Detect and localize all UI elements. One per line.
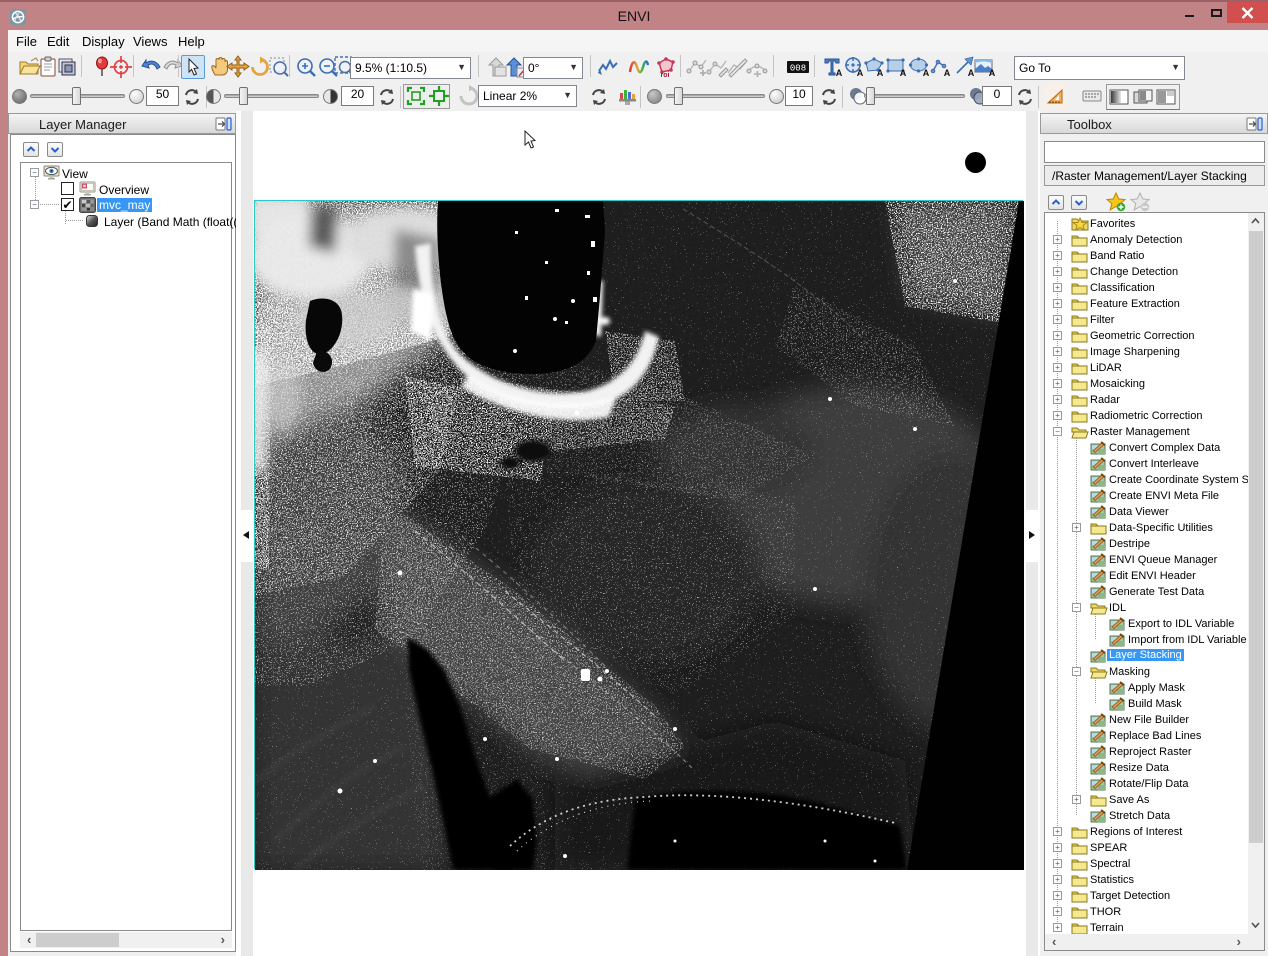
svg-text:A: A (900, 68, 907, 78)
svg-text:008: 008 (790, 64, 806, 74)
svg-text:roi: roi (661, 72, 670, 79)
svg-text:A: A (877, 68, 884, 78)
svg-text:A: A (989, 68, 996, 78)
svg-text:A: A (944, 68, 951, 78)
